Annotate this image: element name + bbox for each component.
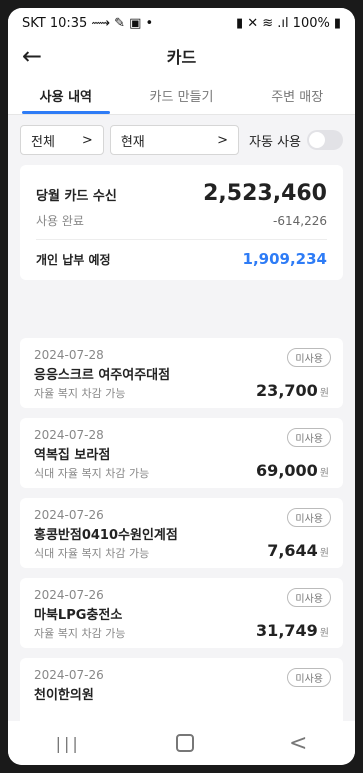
tx-date: 2024-07-26 xyxy=(34,668,104,682)
transaction-item[interactable]: 2024-07-28 역복집 보라점 식대 자율 복지 차감 가능 미사용 69… xyxy=(20,418,343,488)
used-amount: -614,226 xyxy=(273,214,327,228)
auto-use-label: 자동 사용 xyxy=(249,134,301,150)
pay-label: 개인 납부 예정 xyxy=(36,253,111,267)
transaction-list: 2024-07-28 응응스크르 여주여주대점 자율 복지 차감 가능 미사용 … xyxy=(8,338,355,728)
transaction-item[interactable]: 2024-07-26 홍콩반점0410수원인계점 식대 자율 복지 차감 가능 … xyxy=(20,498,343,568)
summary-title: 당월 카드 수신 xyxy=(36,189,117,204)
summary-divider xyxy=(36,239,327,240)
currency-unit: 원 xyxy=(319,548,329,559)
app-bar: ← 카드 xyxy=(8,38,355,74)
tx-date: 2024-07-28 xyxy=(34,428,104,442)
summary-card: 당월 카드 수신 2,523,460 사용 완료 -614,226 개인 납부 … xyxy=(20,165,343,280)
summary-total: 2,523,460 xyxy=(203,181,327,206)
status-bar: SKT 10:35 ⟿ ✎ ▣ • ▮ ✕ ≋ .ıl 100% ▮ xyxy=(8,8,355,38)
transaction-item[interactable]: 2024-07-26 천이한의원 미사용 xyxy=(20,658,343,728)
status-left: SKT 10:35 ⟿ ✎ ▣ • xyxy=(22,16,153,31)
system-nav-bar: ||| < xyxy=(8,721,355,765)
unused-badge: 미사용 xyxy=(287,588,331,607)
chevron-right-icon: > xyxy=(81,132,93,148)
unused-badge: 미사용 xyxy=(287,348,331,367)
tx-amount: 7,644 원 xyxy=(267,541,329,560)
notification-icons: ⟿ ✎ ▣ • xyxy=(91,15,154,31)
used-label: 사용 완료 xyxy=(36,214,84,228)
tx-amount-value: 23,700 xyxy=(256,381,318,400)
tx-date: 2024-07-28 xyxy=(34,348,104,362)
tab-nearby-stores[interactable]: 주변 매장 xyxy=(239,74,355,114)
currency-unit: 원 xyxy=(319,628,329,639)
transaction-item[interactable]: 2024-07-28 응응스크르 여주여주대점 자율 복지 차감 가능 미사용 … xyxy=(20,338,343,408)
battery-text: 100% xyxy=(292,15,330,31)
unused-badge: 미사용 xyxy=(287,668,331,687)
tab-bar: 사용 내역 카드 만들기 주변 매장 xyxy=(8,74,355,115)
pay-amount: 1,909,234 xyxy=(242,250,327,268)
tx-amount: 23,700 원 xyxy=(256,381,329,400)
currency-unit: 원 xyxy=(319,388,329,399)
status-time: SKT 10:35 xyxy=(22,15,88,31)
toggle-knob xyxy=(309,132,325,148)
system-back-icon[interactable]: < xyxy=(289,731,307,756)
status-right: ▮ ✕ ≋ .ıl 100% ▮ xyxy=(236,16,341,31)
tx-date: 2024-07-26 xyxy=(34,508,104,522)
currency-unit: 원 xyxy=(319,468,329,479)
tx-amount-value: 69,000 xyxy=(256,461,318,480)
battery-icon: ▮ xyxy=(333,15,341,31)
tx-date: 2024-07-26 xyxy=(34,588,104,602)
auto-use-toggle[interactable] xyxy=(307,130,343,150)
tab-usage-history[interactable]: 사용 내역 xyxy=(8,74,124,114)
phone-screen: SKT 10:35 ⟿ ✎ ▣ • ▮ ✕ ≋ .ıl 100% ▮ ← 카드 … xyxy=(8,8,355,765)
back-arrow-icon[interactable]: ← xyxy=(22,42,42,70)
summary-pay-row: 개인 납부 예정 1,909,234 xyxy=(36,250,327,268)
summary-used-row: 사용 완료 -614,226 xyxy=(36,206,327,229)
signal-icons: ▮ ✕ ≋ .ıl xyxy=(235,15,289,31)
recent-apps-icon[interactable]: ||| xyxy=(56,734,81,753)
category-select[interactable]: 전체 > xyxy=(20,125,104,155)
transaction-item[interactable]: 2024-07-26 마북LPG충전소 자율 복지 차감 가능 미사용 31,7… xyxy=(20,578,343,648)
summary-total-row: 당월 카드 수신 2,523,460 xyxy=(36,181,327,206)
chevron-right-icon: > xyxy=(217,132,229,148)
tx-amount-value: 7,644 xyxy=(267,541,318,560)
home-icon[interactable] xyxy=(175,734,194,752)
tx-merchant: 천이한의원 xyxy=(34,688,94,703)
tx-amount: 31,749 원 xyxy=(256,621,329,640)
unused-badge: 미사용 xyxy=(287,428,331,447)
tx-amount: 69,000 원 xyxy=(256,461,329,480)
unused-badge: 미사용 xyxy=(287,508,331,527)
page-title: 카드 xyxy=(166,48,197,67)
period-value: 현재 xyxy=(120,134,145,150)
tab-make-card[interactable]: 카드 만들기 xyxy=(124,74,240,114)
period-select[interactable]: 현재 > xyxy=(109,125,240,155)
tx-amount-value: 31,749 xyxy=(256,621,318,640)
filter-bar: 전체 > 현재 > 자동 사용 xyxy=(8,115,355,155)
category-value: 전체 xyxy=(31,134,55,150)
